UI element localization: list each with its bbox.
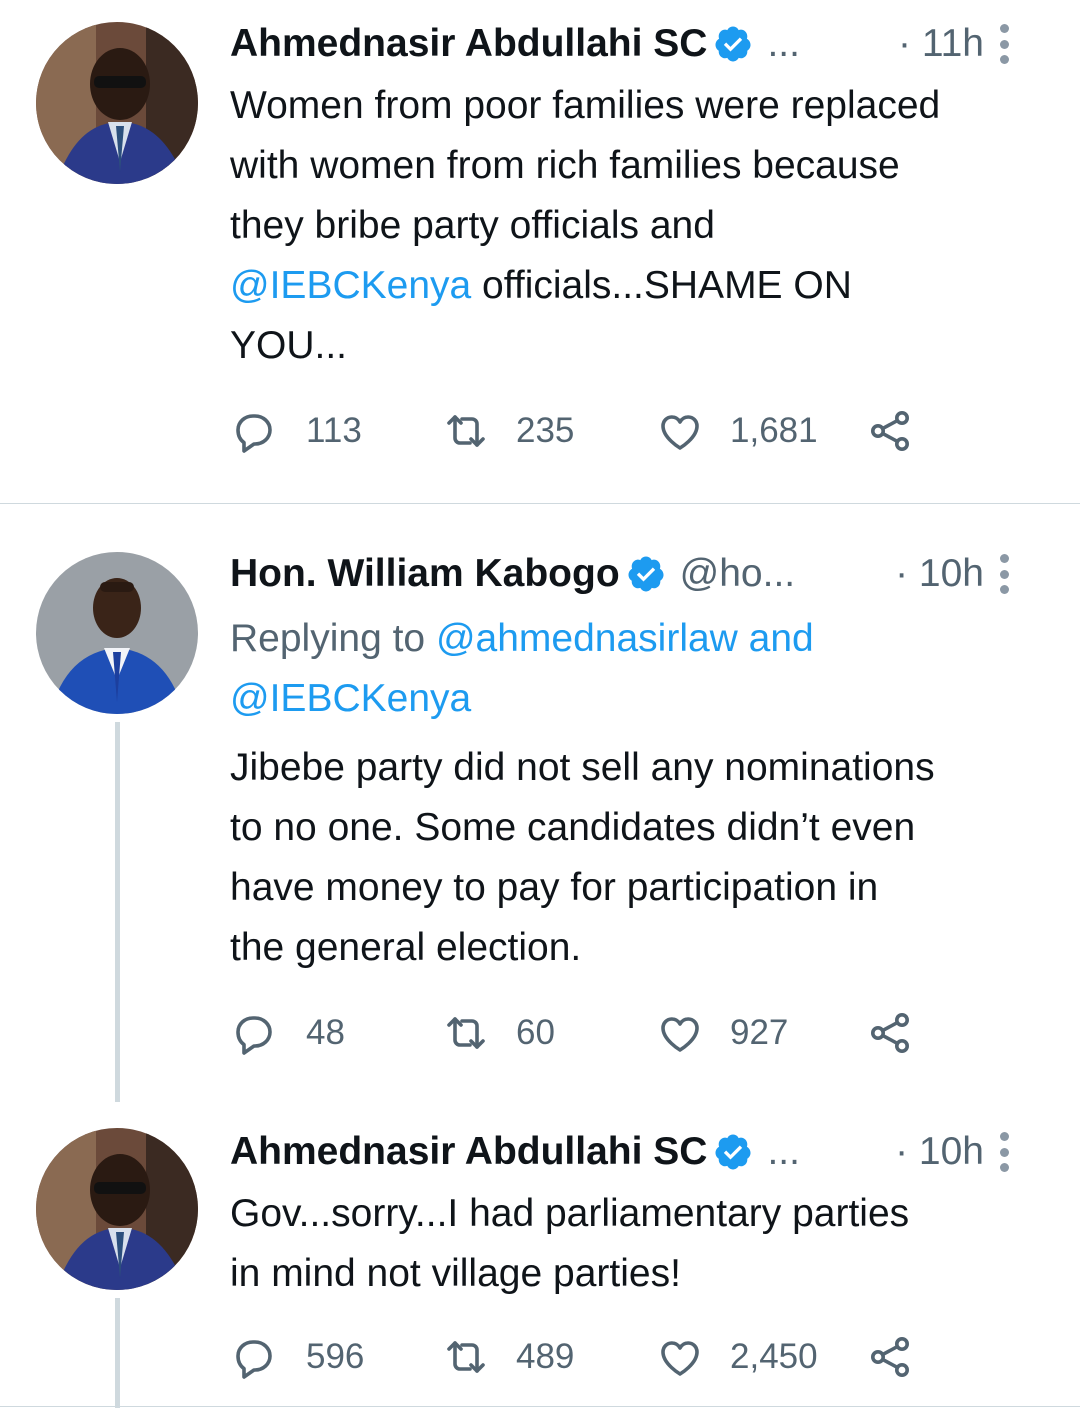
text-line: with women from rich families because <box>230 144 900 187</box>
like-button[interactable]: 927 <box>656 1008 788 1058</box>
text-line: they bribe party officials and <box>230 204 715 247</box>
share-icon <box>871 411 909 451</box>
thread-line <box>115 722 120 1102</box>
reply-count: 48 <box>306 1013 345 1052</box>
thread-line <box>115 1298 120 1408</box>
like-count: 927 <box>730 1013 789 1052</box>
retweet-icon <box>447 1341 485 1373</box>
avatar-image <box>36 1128 198 1290</box>
tweet-header: Ahmednasir Abdullahi SC ... · 11h <box>230 18 1060 70</box>
verified-badge-icon <box>715 1134 751 1170</box>
retweet-icon <box>447 1017 485 1049</box>
more-icon[interactable] <box>1000 24 1010 64</box>
verified-badge-icon <box>715 26 751 62</box>
text-line: Gov...sorry...I had parliamentary partie… <box>230 1192 910 1235</box>
like-count: 2,450 <box>730 1337 818 1376</box>
author-handle[interactable]: ... <box>767 22 800 66</box>
tweet-1[interactable]: Ahmednasir Abdullahi SC ... · 11h Women … <box>0 0 1080 503</box>
share-icon <box>871 1337 909 1377</box>
reply-count: 596 <box>306 1337 365 1376</box>
text-line: @IEBCKenya officials...SHAME ON <box>230 264 852 307</box>
mention-link[interactable]: @ahmednasirlaw <box>436 617 738 660</box>
share-button[interactable] <box>866 1332 914 1382</box>
reply-button[interactable]: 48 <box>232 1008 345 1058</box>
retweet-count: 60 <box>516 1013 555 1052</box>
like-count: 1,681 <box>730 411 818 450</box>
reply-icon <box>236 1340 272 1379</box>
like-button[interactable]: 1,681 <box>656 406 818 456</box>
tweet-text: Jibebe party did not sell any nomination… <box>230 738 1054 978</box>
author-name[interactable]: Ahmednasir Abdullahi SC <box>230 22 707 66</box>
avatar[interactable] <box>36 1128 198 1290</box>
share-icon <box>871 1013 909 1053</box>
like-icon <box>661 1017 699 1052</box>
share-button[interactable] <box>866 406 914 456</box>
tweet-header: Ahmednasir Abdullahi SC ... · 10h <box>230 1126 1060 1178</box>
retweet-count: 489 <box>516 1337 575 1376</box>
retweet-button[interactable]: 235 <box>442 406 574 456</box>
tweet-text: Women from poor families were replaced w… <box>230 76 1054 376</box>
retweet-button[interactable]: 60 <box>442 1008 555 1058</box>
text-line: Women from poor families were replaced <box>230 84 941 127</box>
author-handle[interactable]: ... <box>767 1130 800 1174</box>
author-handle[interactable]: @ho... <box>680 552 795 596</box>
avatar-image <box>36 552 198 714</box>
like-icon <box>661 1341 699 1376</box>
tweet-time[interactable]: · 10h <box>895 552 984 596</box>
mention-link[interactable]: @IEBCKenya <box>230 264 471 307</box>
reply-count: 113 <box>306 411 362 450</box>
text-line: Jibebe party did not sell any nomination… <box>230 746 935 789</box>
tweet-header: Hon. William Kabogo @ho... · 10h <box>230 548 1060 600</box>
avatar[interactable] <box>36 552 198 714</box>
avatar-image <box>36 22 198 184</box>
reply-icon <box>236 1016 272 1055</box>
mention-link[interactable]: @IEBCKenya <box>230 677 471 720</box>
text-line: to no one. Some candidates didn’t even <box>230 806 916 849</box>
more-icon[interactable] <box>1000 1132 1010 1172</box>
retweet-button[interactable]: 489 <box>442 1332 574 1382</box>
tweet-time[interactable]: · 11h <box>898 22 984 66</box>
tweet-text: Gov...sorry...I had parliamentary partie… <box>230 1184 1054 1304</box>
share-button[interactable] <box>866 1008 914 1058</box>
retweet-icon <box>447 415 485 447</box>
like-icon <box>661 415 699 450</box>
text-line: have money to pay for participation in <box>230 866 879 909</box>
retweet-count: 235 <box>516 411 575 450</box>
more-icon[interactable] <box>1000 554 1010 594</box>
reply-icon <box>236 414 272 453</box>
replying-to: Replying to @ahmednasirlaw and @IEBCKeny… <box>230 617 814 720</box>
verified-badge-icon <box>628 556 664 592</box>
reply-button[interactable]: 113 <box>232 406 362 456</box>
tweet-time[interactable]: · 10h <box>895 1130 984 1174</box>
author-name[interactable]: Ahmednasir Abdullahi SC <box>230 1130 707 1174</box>
divider <box>0 1406 1080 1407</box>
text-line: the general election. <box>230 926 582 969</box>
avatar[interactable] <box>36 22 198 184</box>
like-button[interactable]: 2,450 <box>656 1332 818 1382</box>
reply-button[interactable]: 596 <box>232 1332 364 1382</box>
author-name[interactable]: Hon. William Kabogo <box>230 552 620 596</box>
text-line: in mind not village parties! <box>230 1252 681 1295</box>
text-line: YOU... <box>230 324 348 367</box>
tweet-2[interactable]: Hon. William Kabogo @ho... · 10h Replyin… <box>0 504 1080 1104</box>
tweet-3[interactable]: Ahmednasir Abdullahi SC ... · 10h Gov...… <box>0 1104 1080 1408</box>
